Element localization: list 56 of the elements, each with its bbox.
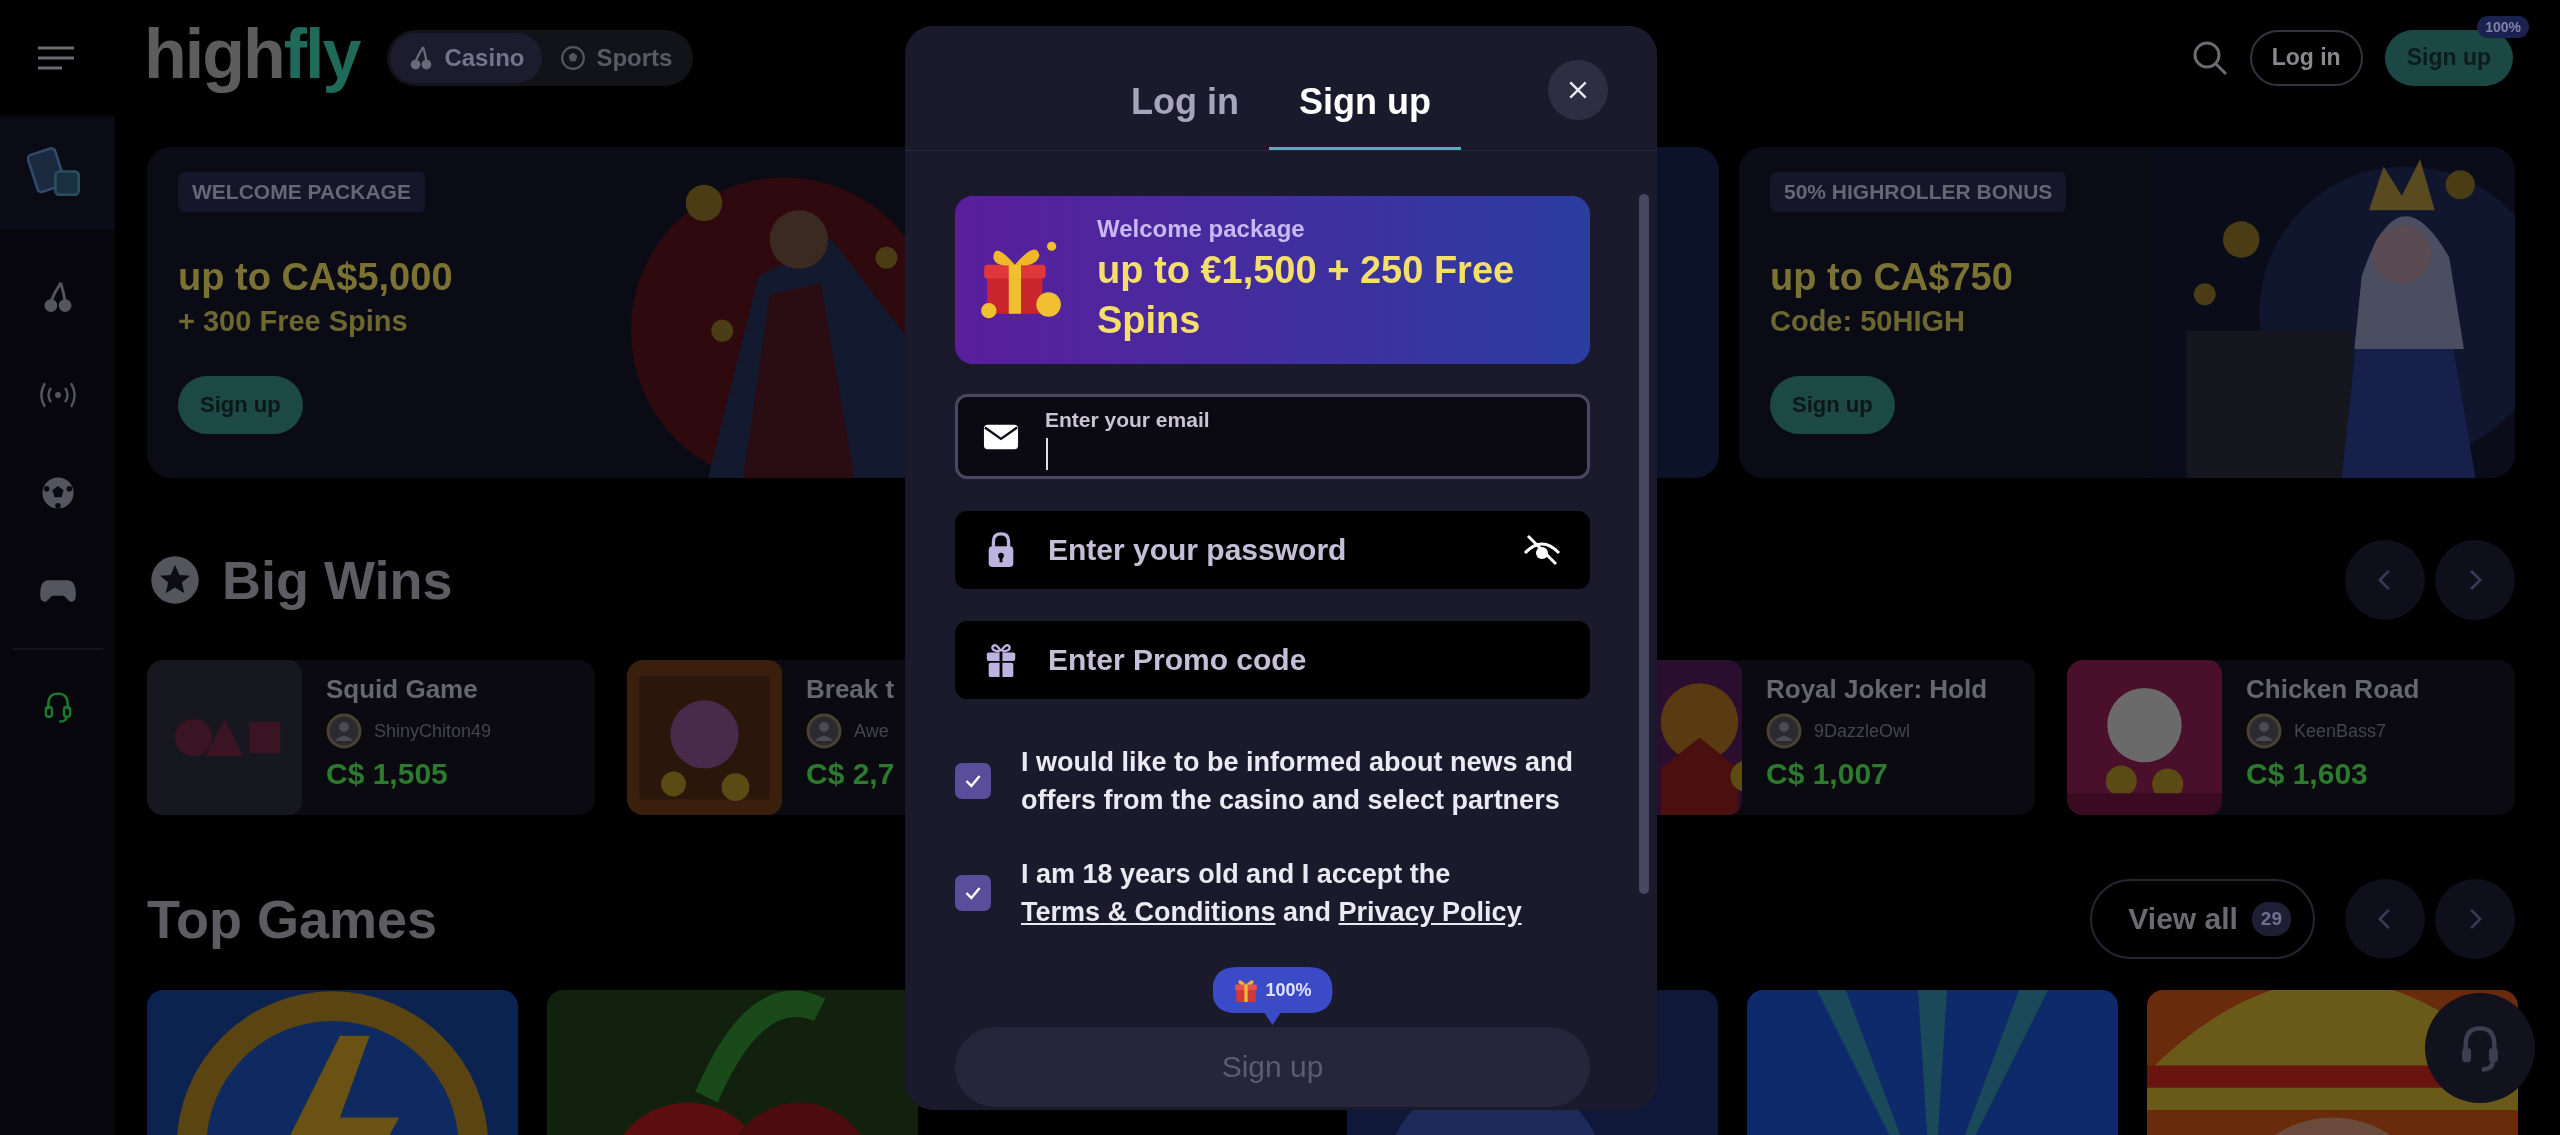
- document-link[interactable]: Privacy Policy: [1338, 897, 1522, 927]
- banner-title: up to CA$750: [1770, 256, 2013, 299]
- hidden-eye-icon[interactable]: [1522, 533, 1562, 567]
- text-cursor: [1046, 438, 1048, 470]
- scrollbar[interactable]: [1639, 194, 1649, 894]
- sidebar-item[interactable]: [0, 118, 115, 230]
- player-name: 9DazzleOwl: [1814, 720, 1911, 742]
- win-card[interactable]: Squid Game ShinyChiton49 C$ 1,505: [147, 660, 595, 815]
- view-all-button[interactable]: View all 29: [2090, 879, 2315, 959]
- soccer-ball-icon: [560, 44, 587, 71]
- win-card[interactable]: Chicken Road KeenBass7 C$ 1,603: [2067, 660, 2515, 815]
- player-name: Awe: [854, 720, 889, 742]
- banner-subtitle: Code: 50HIGH: [1770, 305, 1965, 338]
- promo-code-field[interactable]: Enter Promo code: [955, 621, 1590, 699]
- document-link[interactable]: Terms & Conditions: [1021, 897, 1276, 927]
- search-icon[interactable]: [2191, 39, 2228, 76]
- dialog-tab[interactable]: Sign up: [1269, 42, 1461, 150]
- email-field[interactable]: [955, 394, 1590, 479]
- field-label: Enter your email: [1045, 408, 1210, 432]
- close-icon: [1567, 79, 1589, 101]
- dialog-tab[interactable]: Log in: [1101, 42, 1269, 150]
- login-button[interactable]: Log in: [2249, 29, 2363, 86]
- banner-tag: WELCOME PACKAGE: [178, 172, 425, 212]
- bonus-badge: 100%: [2477, 15, 2529, 38]
- win-amount: C$ 1,007: [1766, 757, 1889, 791]
- checkbox[interactable]: [955, 763, 991, 799]
- banner-tag: 50% HIGHROLLER BONUS: [1770, 172, 2067, 212]
- banner-subtitle: + 300 Free Spins: [178, 305, 408, 338]
- avatar-icon: [806, 713, 842, 749]
- mode-tab[interactable]: Casino: [390, 32, 543, 83]
- password-field[interactable]: Enter your password: [955, 511, 1590, 589]
- win-amount: C$ 1,505: [326, 757, 449, 791]
- avatar-icon: [326, 713, 362, 749]
- mode-tab[interactable]: Sports: [542, 32, 691, 83]
- win-amount: C$ 2,7: [806, 757, 895, 791]
- bonus-percent: 100%: [1265, 979, 1312, 1002]
- promo-label: Welcome package: [1097, 215, 1306, 243]
- game-title: Break t: [806, 674, 895, 705]
- banner-title: up to CA$5,000: [178, 256, 453, 299]
- checkbox[interactable]: [955, 875, 991, 911]
- section-title: Big Wins: [222, 549, 453, 611]
- game-title: Squid Game: [326, 674, 479, 705]
- count-badge: 29: [2251, 902, 2291, 936]
- gift-icon: [1233, 977, 1260, 1003]
- promo-title: up to €1,500 + 250 Free Spins: [1097, 248, 1516, 343]
- menu-icon[interactable]: [38, 45, 74, 70]
- logo[interactable]: highfly: [144, 18, 360, 97]
- consent-text: I am 18 years old and I accept the Terms & Conditions and Privacy Policy: [1021, 858, 1523, 929]
- avatar-icon: [2246, 713, 2282, 749]
- avatar-icon: [1766, 713, 1802, 749]
- game-title: Chicken Road: [2246, 674, 2420, 705]
- player-name: ShinyChiton49: [374, 720, 492, 742]
- section-title: Top Games: [147, 888, 438, 950]
- win-amount: C$ 1,603: [2246, 757, 2369, 791]
- game-title: Royal Joker: Hold: [1766, 674, 1988, 705]
- player-name: KeenBass7: [2294, 720, 2387, 742]
